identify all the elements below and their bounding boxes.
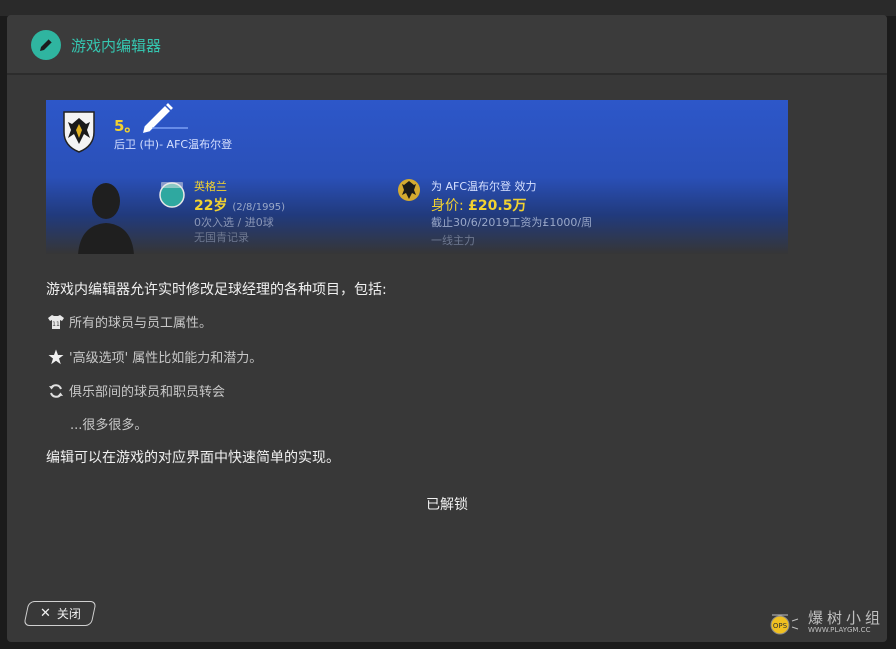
close-button[interactable]: ✕ 关闭 [23, 601, 97, 626]
shirt-icon: 11 [46, 313, 66, 331]
nationality: 英格兰 [194, 180, 227, 193]
international-caps: 0次入选 / 进0球 [194, 216, 274, 229]
value-label: 身价: [431, 198, 469, 214]
in-game-editor-dialog: 游戏内编辑器 5。 后卫 (中)- AFC温布尔登 英格兰 22岁 (2/8/1… [7, 15, 887, 642]
club-crest-icon [63, 111, 95, 153]
feature-label: 所有的球员与员工属性。 [69, 316, 213, 331]
feature-item: 俱乐部间的球员和职员转会 [46, 381, 225, 400]
feature-item: '高级选项' 属性比如能力和潜力。 [46, 347, 262, 366]
dialog-title: 游戏内编辑器 [71, 37, 162, 55]
feature-item: 11 所有的球员与员工属性。 [46, 312, 212, 331]
watermark-url: WWW.PLAYGM.CC [808, 626, 871, 634]
club-affiliation: 为 AFC温布尔登 效力 [431, 180, 537, 193]
outro-text: 编辑可以在游戏的对应界面中快速简单的实现。 [46, 450, 340, 466]
close-icon: ✕ [39, 606, 51, 621]
background-strip [0, 0, 896, 16]
player-role: 后卫 (中)- AFC温布尔登 [114, 138, 233, 151]
player-age: 22岁 (2/8/1995) [194, 195, 285, 215]
youth-record: 无国青记录 [194, 231, 249, 244]
close-label: 关闭 [56, 607, 81, 621]
nation-badge-icon [159, 182, 185, 208]
watermark: OPS 爆树小组 WWW.PLAYGM.CC [762, 603, 892, 643]
star-icon [46, 348, 66, 366]
underline-decoration [152, 127, 188, 129]
club-badge-icon [398, 179, 420, 201]
svg-text:OPS: OPS [773, 622, 788, 630]
svg-text:11: 11 [52, 321, 60, 328]
player-banner: 5。 后卫 (中)- AFC温布尔登 英格兰 22岁 (2/8/1995) 0次… [46, 100, 788, 254]
unlock-status: 已解锁 [426, 497, 468, 513]
feature-label: 俱乐部间的球员和职员转会 [69, 385, 226, 400]
contract-info: 截止30/6/2019工资为£1000/周 [431, 216, 593, 229]
transfer-icon [46, 382, 66, 400]
intro-text: 游戏内编辑器允许实时修改足球经理的各种项目，包括: [46, 282, 387, 298]
player-value: 身价: £20.5万 [431, 195, 526, 215]
squad-status: 一线主力 [431, 234, 475, 247]
watermark-logo-icon: OPS [770, 614, 799, 635]
more-text: ...很多很多。 [70, 418, 148, 433]
player-silhouette-icon [78, 183, 134, 254]
feature-label: '高级选项' 属性比如能力和潜力。 [69, 351, 263, 366]
dialog-header: 游戏内编辑器 [7, 15, 887, 75]
age-value: 22岁 [194, 198, 228, 214]
pencil-icon [31, 30, 61, 60]
watermark-text: 爆树小组 [808, 609, 885, 627]
date-of-birth: (2/8/1995) [232, 202, 286, 213]
value-amount: £20.5万 [468, 198, 527, 214]
